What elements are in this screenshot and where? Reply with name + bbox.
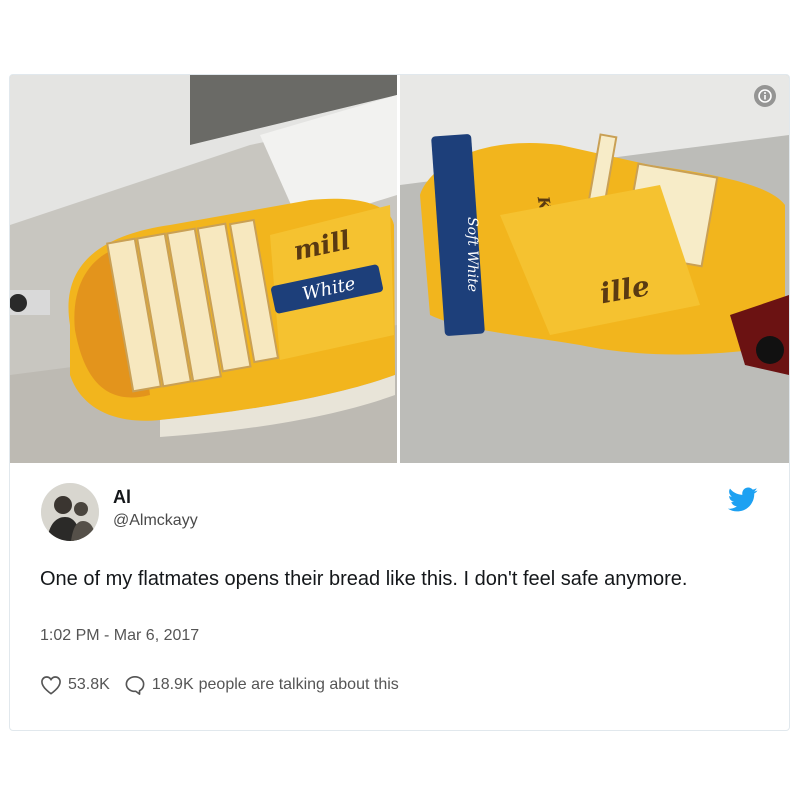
avatar[interactable] bbox=[41, 483, 99, 541]
speech-bubble-icon bbox=[125, 676, 145, 695]
tweet-timestamp[interactable]: 1:02 PM - Mar 6, 2017 bbox=[40, 627, 199, 645]
tweet-body: Al @Almckayy One of my flatmates opens t… bbox=[10, 463, 789, 730]
tweet-text: One of my flatmates opens their bread li… bbox=[40, 568, 688, 590]
talking-link[interactable]: 18.9K people are talking about this bbox=[124, 675, 399, 695]
like-button[interactable]: 53.8K bbox=[40, 675, 110, 695]
info-icon[interactable] bbox=[754, 85, 776, 107]
bread-photo-left[interactable]: mill White bbox=[10, 75, 397, 463]
display-name[interactable]: Al bbox=[113, 487, 131, 508]
user-handle[interactable]: @Almckayy bbox=[113, 512, 198, 530]
heart-icon bbox=[41, 676, 61, 695]
talk-suffix: people are talking about this bbox=[198, 676, 399, 693]
like-count: 53.8K bbox=[68, 676, 110, 693]
talk-count: 18.9K bbox=[151, 676, 194, 693]
tweet-media[interactable]: mill White Soft White Kingsmill bbox=[10, 75, 789, 463]
twitter-bird-icon[interactable] bbox=[728, 487, 758, 513]
tweet-card[interactable]: mill White Soft White Kingsmill bbox=[9, 74, 790, 731]
bread-photo-right[interactable]: Soft White Kingsmill ille bbox=[400, 75, 789, 463]
tweet-actions: 53.8K 18.9K people are talking about thi… bbox=[40, 672, 399, 698]
bag-variety-text-right: Soft White bbox=[464, 217, 480, 292]
